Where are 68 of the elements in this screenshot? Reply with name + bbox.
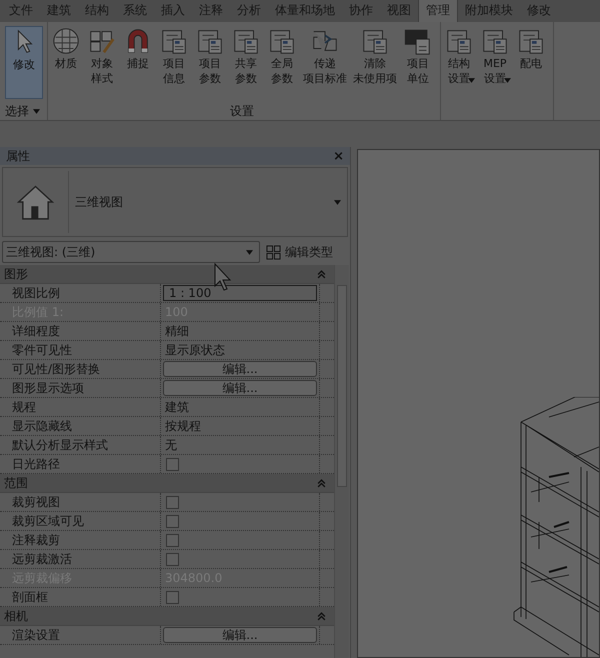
ribbon-button[interactable]: 项目 参数: [192, 26, 228, 99]
ribbon-button[interactable]: 材质: [48, 26, 84, 99]
property-label: 零件可见性: [0, 341, 161, 359]
property-label: 剖面框: [0, 588, 161, 606]
checkbox[interactable]: [166, 552, 179, 566]
edit-button[interactable]: 编辑...: [163, 361, 317, 377]
property-label: 默认分析显示样式: [0, 436, 161, 454]
dropdown-value: 三维视图: (三维): [6, 244, 96, 260]
checkbox[interactable]: [166, 590, 179, 604]
ribbon-button[interactable]: 对象 样式: [84, 26, 120, 99]
property-label: 渲染设置: [0, 626, 161, 644]
property-label: 裁剪视图: [0, 493, 161, 511]
edit-button[interactable]: 编辑...: [163, 380, 317, 396]
ribbon-button[interactable]: 项目 单位: [400, 26, 436, 99]
ribbon-button[interactable]: 结构 设置: [441, 26, 477, 99]
group-header[interactable]: 相机: [0, 607, 334, 626]
sphere-icon: [51, 26, 81, 56]
ribbon-button[interactable]: 配电: [513, 26, 549, 99]
checkbox[interactable]: [166, 534, 179, 546]
property-label: 注释裁剪: [0, 531, 161, 549]
property-value: 无: [164, 436, 177, 454]
group-header[interactable]: 范围: [0, 474, 334, 493]
ribbon-button[interactable]: 清除 未使用项: [350, 26, 400, 99]
grid-icon: [266, 244, 281, 260]
ribbon-button[interactable]: 传递 项目标准: [300, 26, 350, 99]
edit-button[interactable]: 编辑...: [163, 627, 317, 643]
group-title: 图形: [4, 266, 28, 282]
panel-label: 选择: [5, 102, 29, 120]
ribbon-button[interactable]: 项目 信息: [156, 26, 192, 99]
edit-type-button[interactable]: 编辑类型: [266, 244, 333, 260]
checkbox[interactable]: [166, 514, 179, 528]
property-label: 规程: [0, 398, 161, 416]
value-field[interactable]: 1 : 100: [163, 285, 317, 301]
ribbon-tab[interactable]: 管理: [418, 0, 458, 22]
caret-icon: [246, 250, 253, 254]
cursor-icon: [213, 262, 233, 292]
ribbon-button[interactable]: 共享 参数: [228, 26, 264, 99]
panel-label: 设置: [230, 102, 254, 120]
ribbon-button[interactable]: 修改: [5, 26, 43, 99]
ribbon-button[interactable]: MEP 设置: [477, 26, 513, 99]
close-button[interactable]: ×: [333, 148, 344, 164]
property-label: 裁剪区域可见: [0, 512, 161, 530]
property-label: 图形显示选项: [0, 379, 161, 397]
ribbon-button[interactable]: 捕捉: [120, 26, 156, 99]
property-label: 日光路径: [0, 455, 161, 473]
property-label: 可见性/图形替换: [0, 360, 161, 378]
view-dropdown[interactable]: 三维视图: (三维): [2, 241, 260, 263]
caret-icon: [334, 200, 341, 204]
property-value: 按规程: [164, 418, 201, 434]
checkbox[interactable]: [166, 496, 179, 508]
property-value: 显示原状态: [164, 342, 225, 358]
property-label: 远剪裁激活: [0, 550, 161, 568]
collapse-icon[interactable]: [317, 270, 326, 278]
group-header[interactable]: 图形: [0, 265, 334, 284]
property-value: 精细: [164, 322, 189, 340]
property-label: 显示隐藏线: [0, 417, 161, 435]
type-selector[interactable]: 三维视图: [2, 167, 348, 237]
property-label: 详细程度: [0, 322, 161, 340]
collapse-icon[interactable]: [317, 478, 326, 488]
scrollbar[interactable]: [334, 265, 349, 658]
collapse-icon[interactable]: [317, 612, 326, 620]
ribbon-button[interactable]: 全局 参数: [264, 26, 300, 99]
group-title: 相机: [4, 608, 28, 624]
checkbox[interactable]: [166, 458, 179, 470]
property-label: 视图比例: [0, 284, 161, 302]
group-title: 范围: [4, 474, 28, 492]
panel-title: 属性: [6, 148, 30, 164]
property-value: 建筑: [164, 398, 189, 416]
